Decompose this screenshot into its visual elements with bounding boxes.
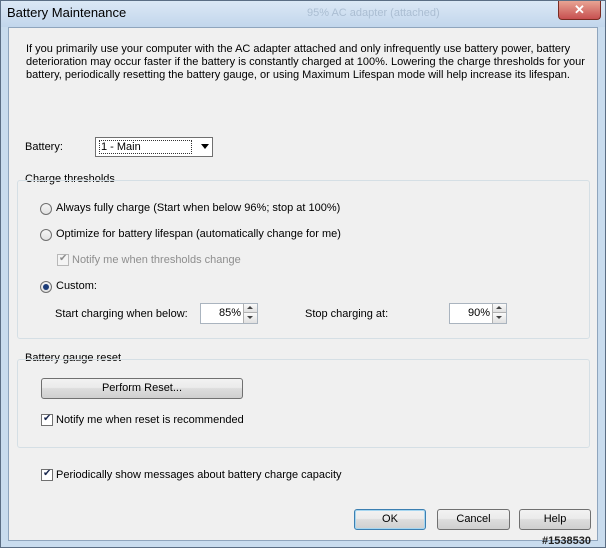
spin-up-icon[interactable] — [492, 304, 506, 313]
always-full-charge-label[interactable]: Always fully charge (Start when below 96… — [56, 202, 340, 214]
periodic-messages-checkbox[interactable] — [41, 468, 53, 481]
always-full-charge-radio[interactable] — [40, 203, 52, 215]
start-charging-label: Start charging when below: — [55, 308, 188, 320]
start-charging-spinner[interactable]: 85% — [200, 303, 258, 324]
close-icon: ✕ — [574, 2, 585, 17]
custom-label[interactable]: Custom: — [56, 280, 97, 292]
gauge-reset-group — [17, 359, 590, 448]
stop-charging-spinner[interactable]: 90% — [449, 303, 507, 324]
start-charging-value: 85% — [218, 307, 241, 319]
watermark-id: #1538530 — [542, 535, 591, 547]
spin-up-icon[interactable] — [243, 304, 257, 313]
optimize-lifespan-radio[interactable] — [40, 229, 52, 241]
battery-maintenance-dialog: Battery Maintenance 95% AC adapter (atta… — [0, 0, 606, 548]
dialog-body: If you primarily use your computer with … — [8, 27, 598, 541]
notify-thresholds-checkbox[interactable] — [57, 253, 69, 266]
notify-reset-label[interactable]: Notify me when reset is recommended — [56, 414, 244, 426]
periodic-messages-label[interactable]: Periodically show messages about battery… — [56, 469, 342, 481]
cancel-button[interactable]: Cancel — [437, 509, 510, 530]
stop-charging-label: Stop charging at: — [305, 308, 389, 320]
spin-down-icon[interactable] — [492, 313, 506, 323]
custom-radio[interactable] — [40, 281, 52, 293]
background-window-title: 95% AC adapter (attached) — [307, 7, 440, 19]
title-bar[interactable]: Battery Maintenance 95% AC adapter (atta… — [1, 1, 605, 27]
battery-select-value: 1 - Main — [99, 140, 192, 154]
optimize-lifespan-label[interactable]: Optimize for battery lifespan (automatic… — [56, 228, 341, 240]
perform-reset-button[interactable]: Perform Reset... — [41, 378, 243, 399]
help-button[interactable]: Help — [519, 509, 591, 530]
spin-down-icon[interactable] — [243, 313, 257, 323]
battery-label: Battery: — [25, 141, 63, 153]
ok-button[interactable]: OK — [354, 509, 426, 530]
window-title: Battery Maintenance — [7, 5, 127, 20]
intro-text: If you primarily use your computer with … — [26, 43, 585, 81]
notify-reset-checkbox[interactable] — [41, 413, 53, 426]
stop-charging-value: 90% — [467, 307, 490, 319]
battery-select[interactable]: 1 - Main — [95, 137, 213, 157]
notify-thresholds-label: Notify me when thresholds change — [72, 254, 241, 266]
close-button[interactable]: ✕ — [558, 1, 601, 20]
chevron-down-icon — [201, 144, 209, 149]
